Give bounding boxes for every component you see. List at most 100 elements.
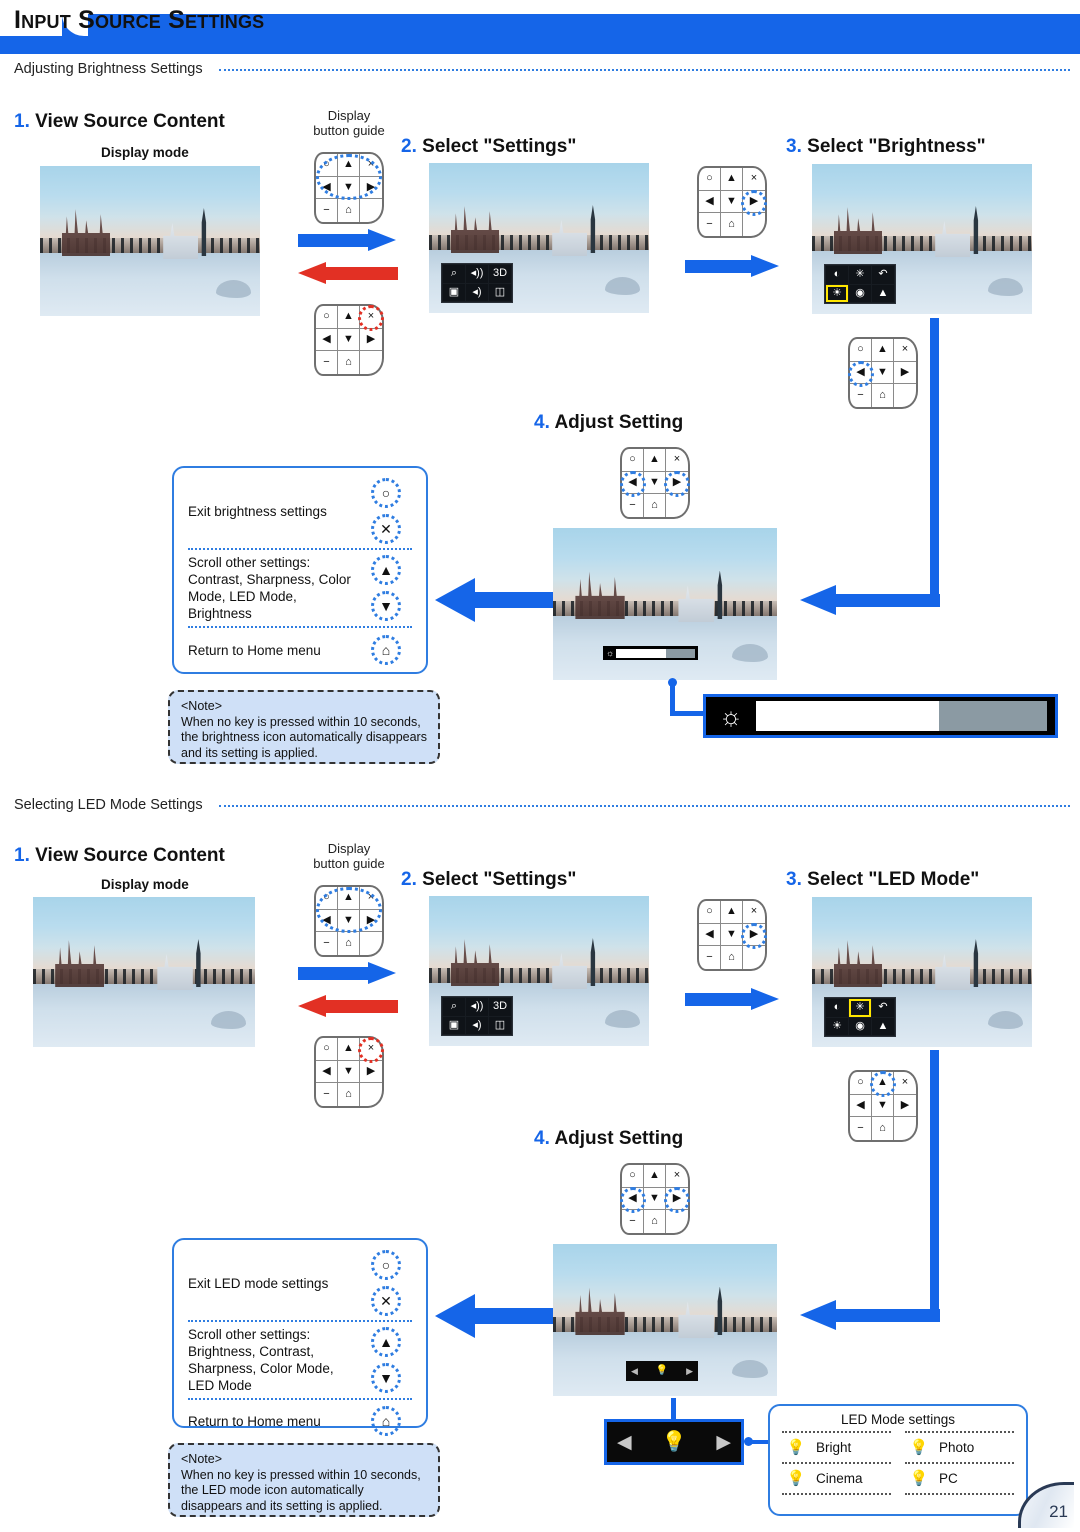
left-key[interactable]: ◀: [316, 176, 338, 200]
left-key[interactable]: ◀: [316, 328, 338, 352]
close-key[interactable]: ×: [666, 1165, 688, 1188]
circle-key-icon[interactable]: ○: [371, 478, 401, 508]
prev-triangle-icon[interactable]: ◀: [631, 1366, 638, 1376]
picture-icon[interactable]: ◫: [489, 1016, 511, 1034]
keypad-guide-3[interactable]: ○ ▲ × ◀ ▼ ▶ − ⌂: [848, 337, 918, 409]
left-key[interactable]: ◀: [316, 1060, 338, 1084]
down-key[interactable]: ▼: [644, 1187, 666, 1211]
up-key[interactable]: ▲: [721, 168, 743, 191]
up-key[interactable]: ▲: [644, 1165, 666, 1188]
keypad-guide-1a[interactable]: ○ ▲ × ◀ ▼ ▶ − ⌂: [314, 152, 384, 224]
next-triangle-icon[interactable]: ▶: [686, 1366, 693, 1376]
osd-settings-menu[interactable]: ⌕ ◂)) 3D ▣ ◂) ◫: [441, 996, 513, 1036]
left-key[interactable]: ◀: [699, 923, 721, 947]
led-option-pc[interactable]: 💡 PC: [905, 1462, 1014, 1495]
keypad-guide-led-1b[interactable]: ○ ▲ × ◀ ▼ ▶ − ⌂: [314, 1036, 384, 1108]
home-key[interactable]: ⌂: [338, 1083, 360, 1106]
right-key[interactable]: ▶: [360, 177, 382, 200]
home-key[interactable]: ⌂: [338, 932, 360, 955]
home-key[interactable]: ⌂: [338, 199, 360, 222]
led-option-cinema[interactable]: 💡 Cinema: [782, 1462, 891, 1495]
left-key[interactable]: ◀: [850, 1094, 872, 1118]
down-key[interactable]: ▼: [644, 471, 666, 495]
home-key[interactable]: ⌂: [721, 213, 743, 236]
keypad-guide-led-1a[interactable]: ○ ▲ × ◀ ▼ ▶ − ⌂: [314, 885, 384, 957]
home-key[interactable]: ⌂: [338, 351, 360, 374]
three-d-icon[interactable]: 3D: [489, 265, 511, 283]
close-key[interactable]: ×: [360, 154, 382, 177]
up-key[interactable]: ▲: [338, 1038, 360, 1061]
zoom-icon[interactable]: ⌕: [443, 265, 465, 283]
contrast-icon[interactable]: ◐: [826, 266, 848, 284]
picture-icon[interactable]: ◫: [489, 283, 511, 301]
minus-key[interactable]: −: [850, 384, 872, 407]
close-key-icon[interactable]: ✕: [371, 1286, 401, 1316]
close-key[interactable]: ×: [894, 339, 916, 362]
close-key[interactable]: ×: [360, 306, 382, 329]
keypad-guide-led-3[interactable]: ○ ▲ × ◀ ▼ ▶ − ⌂: [848, 1070, 918, 1142]
return-icon[interactable]: ↶: [872, 266, 894, 284]
close-key[interactable]: ×: [743, 901, 765, 924]
minus-key[interactable]: −: [316, 1083, 338, 1106]
close-key[interactable]: ×: [666, 449, 688, 472]
up-key-icon[interactable]: ▲: [371, 1327, 401, 1357]
up-key[interactable]: ▲: [872, 339, 894, 362]
osd-settings-menu[interactable]: ⌕ ◂)) 3D ▣ ◂) ◫: [441, 263, 513, 303]
left-key[interactable]: ◀: [699, 190, 721, 214]
screen-icon[interactable]: ▣: [443, 1016, 465, 1034]
right-key[interactable]: ▶: [360, 329, 382, 352]
audio-icon[interactable]: ◂): [466, 1016, 488, 1034]
close-key[interactable]: ×: [360, 1038, 382, 1061]
sharpness-icon[interactable]: ✳: [849, 999, 871, 1017]
next-triangle-icon[interactable]: ▶: [716, 1433, 731, 1452]
up-key[interactable]: ▲: [644, 449, 666, 472]
left-key[interactable]: ◀: [850, 361, 872, 385]
circle-key[interactable]: ○: [622, 1165, 644, 1188]
audio-icon[interactable]: ◂): [466, 283, 488, 301]
close-key-icon[interactable]: ✕: [371, 514, 401, 544]
down-key[interactable]: ▼: [338, 1060, 360, 1084]
close-key[interactable]: ×: [894, 1072, 916, 1095]
left-key[interactable]: ◀: [622, 471, 644, 495]
circle-key[interactable]: ○: [850, 1072, 872, 1095]
circle-key[interactable]: ○: [850, 339, 872, 362]
down-key[interactable]: ▼: [721, 190, 743, 214]
three-d-icon[interactable]: 3D: [489, 998, 511, 1016]
brightness-icon[interactable]: ☀: [826, 284, 848, 302]
right-key[interactable]: ▶: [360, 910, 382, 933]
keypad-guide-2[interactable]: ○ ▲ × ◀ ▼ ▶ − ⌂: [697, 166, 767, 238]
brightness-icon[interactable]: ☀: [826, 1017, 848, 1035]
keypad-guide-led-4[interactable]: ○ ▲ × ◀ ▼ ▶ − ⌂: [620, 1163, 690, 1235]
brightness-track[interactable]: [756, 701, 1047, 731]
screen-icon[interactable]: ▣: [443, 283, 465, 301]
keypad-guide-led-2[interactable]: ○ ▲ × ◀ ▼ ▶ − ⌂: [697, 899, 767, 971]
circle-key[interactable]: ○: [316, 154, 338, 177]
slider-track[interactable]: [616, 648, 695, 658]
osd-led-selector-mini[interactable]: ◀ 💡 ▶: [626, 1361, 698, 1381]
led-mode-icon[interactable]: ▲: [872, 1017, 894, 1035]
close-key[interactable]: ×: [360, 887, 382, 910]
prev-triangle-icon[interactable]: ◀: [617, 1433, 632, 1452]
zoom-icon[interactable]: ⌕: [443, 998, 465, 1016]
minus-key[interactable]: −: [699, 213, 721, 236]
home-key-icon[interactable]: ⌂: [371, 635, 401, 665]
right-key[interactable]: ▶: [666, 1188, 688, 1211]
minus-key[interactable]: −: [316, 932, 338, 955]
down-key-icon[interactable]: ▼: [371, 1363, 401, 1393]
home-key[interactable]: ⌂: [872, 384, 894, 407]
minus-key[interactable]: −: [850, 1117, 872, 1140]
down-key-icon[interactable]: ▼: [371, 591, 401, 621]
osd-picture-menu-led[interactable]: ◐ ✳ ↶ ☀ ◉ ▲: [824, 997, 896, 1037]
circle-key-icon[interactable]: ○: [371, 1250, 401, 1280]
home-key[interactable]: ⌂: [644, 1210, 666, 1233]
return-icon[interactable]: ↶: [872, 999, 894, 1017]
home-key[interactable]: ⌂: [644, 494, 666, 517]
led-mode-osd-bar[interactable]: ◀ 💡 ▶: [604, 1419, 744, 1465]
circle-key[interactable]: ○: [699, 168, 721, 191]
brightness-osd-bar[interactable]: ☼: [703, 694, 1058, 738]
led-option-bright[interactable]: 💡 Bright: [782, 1431, 891, 1462]
down-key[interactable]: ▼: [872, 1094, 894, 1118]
left-key[interactable]: ◀: [316, 909, 338, 933]
down-key[interactable]: ▼: [872, 361, 894, 385]
down-key[interactable]: ▼: [338, 328, 360, 352]
